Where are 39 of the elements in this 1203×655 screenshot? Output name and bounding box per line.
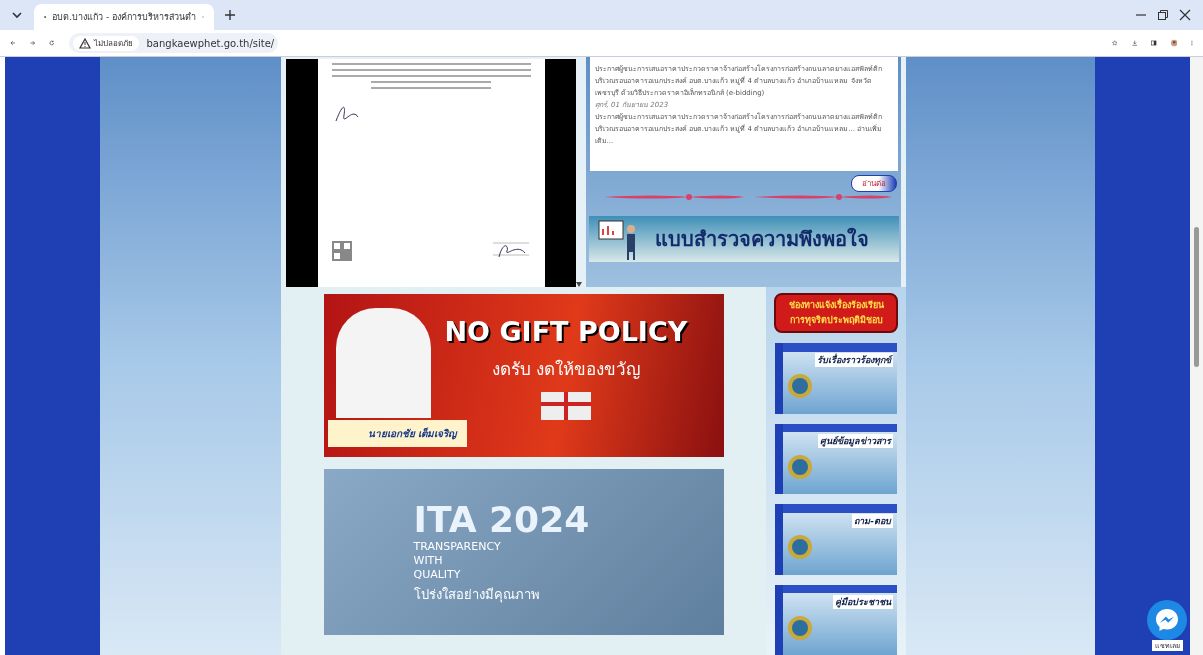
name-plate: นายเอกชัย เต็มเจริญ	[327, 420, 467, 447]
button-label: การทุจริตประพฤติมิชอบ	[789, 314, 883, 328]
qr-code-drawing	[331, 241, 352, 261]
tab-title: อบต.บางแก้ว - องค์การบริหารส่วนตำ	[52, 11, 197, 24]
star-icon[interactable]	[1112, 37, 1118, 49]
service-banner[interactable]: ถาม-ตอบ	[775, 504, 897, 575]
messenger-chat-icon[interactable]	[1147, 600, 1187, 640]
scroll-down-arrow-icon[interactable]	[576, 282, 582, 287]
survey-banner[interactable]: แบบสำรวจความพึงพอใจ	[588, 216, 899, 262]
warning-icon	[78, 37, 91, 49]
banner-text: TRANSPARENCY	[413, 540, 502, 554]
button-label: ช่องทางแจ้งเรื่องร้องเรียน	[788, 298, 884, 312]
scrollbar-thumb[interactable]	[1194, 227, 1199, 367]
banner-title: รับเรื่องราวร้องทุกข์	[815, 353, 893, 367]
address-bar[interactable]: ไม่ปลอดภัย bangkaewphet.go.th/site/	[68, 33, 279, 53]
restore-icon[interactable]	[1157, 9, 1169, 21]
complaint-channel-button[interactable]: ช่องทางแจ้งเรื่องร้องเรียน การทุจริตประพฤติมิชอบ	[774, 293, 898, 333]
banner-subtitle: งดรับ งดให้ของขวัญ	[491, 358, 641, 381]
security-label: ไม่ปลอดภัย	[93, 37, 133, 50]
plus-icon[interactable]	[224, 9, 236, 21]
side-panel-icon[interactable]	[1151, 37, 1157, 49]
survey-title: แบบสำรวจความพึงพอใจ	[654, 226, 869, 253]
scrollbar[interactable]	[1190, 57, 1203, 655]
service-banner[interactable]: รับเรื่องราวร้องทุกข์	[775, 343, 897, 414]
banner-title: ศูนย์ข้อมูลข่าวสาร	[818, 433, 893, 448]
service-banner[interactable]: คู่มือประชาชน	[775, 584, 897, 655]
banner-text: QUALITY	[413, 568, 462, 582]
security-chip[interactable]: ไม่ปลอดภัย	[72, 35, 139, 51]
banner-title: ITA 2024	[413, 499, 591, 540]
banner-title: คู่มือประชาชน	[833, 594, 893, 609]
service-banner[interactable]: ศูนย์ข้อมูลข่าวสาร	[775, 423, 897, 494]
banner-text: WITH	[413, 554, 444, 568]
browser-tab[interactable]: อบต.บางแก้ว - องค์การบริหารส่วนตำ	[34, 4, 214, 30]
no-gift-policy-banner[interactable]: NO GIFT POLICY งดรับ งดให้ของขวัญ นายเอกชัย เต็มเจริญ	[323, 294, 724, 457]
read-more-button[interactable]: อ่านต่อ	[851, 175, 897, 192]
banner-title: NO GIFT POLICY	[444, 316, 688, 347]
banner-title: ถาม-ตอบ	[852, 514, 893, 528]
banner-subtitle: โปร่งใสอย่างมีคุณภาพ	[413, 586, 541, 605]
url-text: bangkaewphet.go.th/site/	[146, 37, 275, 49]
